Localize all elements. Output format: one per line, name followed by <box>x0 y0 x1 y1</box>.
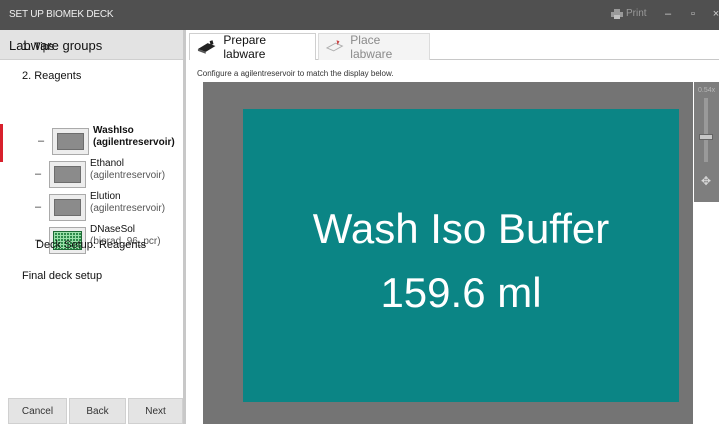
tab-place-labware[interactable]: Place labware <box>318 33 430 61</box>
minimize-button[interactable]: – <box>660 6 676 22</box>
window-title: SET UP BIOMEK DECK <box>9 9 114 20</box>
reagent-labware: (agilentreservoir) <box>93 137 175 148</box>
reservoir-icon <box>49 161 86 188</box>
reservoir-icon <box>52 128 89 155</box>
prepare-labware-icon <box>197 40 216 54</box>
pan-icon[interactable]: ✥ <box>698 173 714 189</box>
title-bar: SET UP BIOMEK DECK Print – ▫ × <box>0 0 719 30</box>
collapse-dash: – <box>35 168 42 180</box>
tab-prepare-labware[interactable]: Prepare labware <box>189 33 316 61</box>
reagent-display-name: Wash Iso Buffer <box>312 205 610 252</box>
zoom-control: 0.54x ✥ <box>694 82 719 202</box>
reservoir-icon <box>49 194 86 221</box>
instruction-text: Configure a agilentreservoir to match th… <box>197 69 394 78</box>
nav-final-deck-setup[interactable]: Final deck setup <box>22 270 102 282</box>
place-labware-icon <box>325 40 344 52</box>
collapse-dash: – <box>38 135 45 147</box>
printer-icon <box>611 8 623 19</box>
print-button[interactable]: Print <box>611 8 647 19</box>
reagent-display-volume: 159.6 ml <box>380 269 542 316</box>
reagent-labware: (agilentreservoir) <box>90 170 166 181</box>
tab-prepare-label: Prepare labware <box>223 33 267 61</box>
nav-tips[interactable]: 1. Tips <box>22 41 54 53</box>
zoom-slider-handle[interactable] <box>699 134 713 140</box>
zoom-track[interactable] <box>704 98 708 162</box>
next-button[interactable]: Next <box>128 398 183 424</box>
maximize-button[interactable]: ▫ <box>685 6 701 22</box>
cancel-button[interactable]: Cancel <box>8 398 67 424</box>
tab-place-label: Place labware <box>350 33 393 61</box>
nav-deck-setup-reagents[interactable]: Deck Setup: Reagents <box>36 239 146 251</box>
tab-bar: Prepare labware Place labware <box>189 30 719 61</box>
labware-display: Wash Iso Buffer 159.6 ml <box>243 109 679 402</box>
collapse-dash: – <box>35 201 42 213</box>
zoom-level: 0.54x <box>698 87 716 94</box>
print-label: Print <box>626 8 647 19</box>
back-button[interactable]: Back <box>69 398 126 424</box>
reagent-labware: (agilentreservoir) <box>90 203 166 214</box>
reagent-name: DNaseSol <box>90 224 136 235</box>
nav-reagents[interactable]: 2. Reagents <box>22 70 81 82</box>
reagent-name: Elution <box>90 191 121 202</box>
reagent-name: WashIso <box>93 125 134 136</box>
reagent-name: Ethanol <box>90 158 124 169</box>
close-button[interactable]: × <box>708 6 719 22</box>
